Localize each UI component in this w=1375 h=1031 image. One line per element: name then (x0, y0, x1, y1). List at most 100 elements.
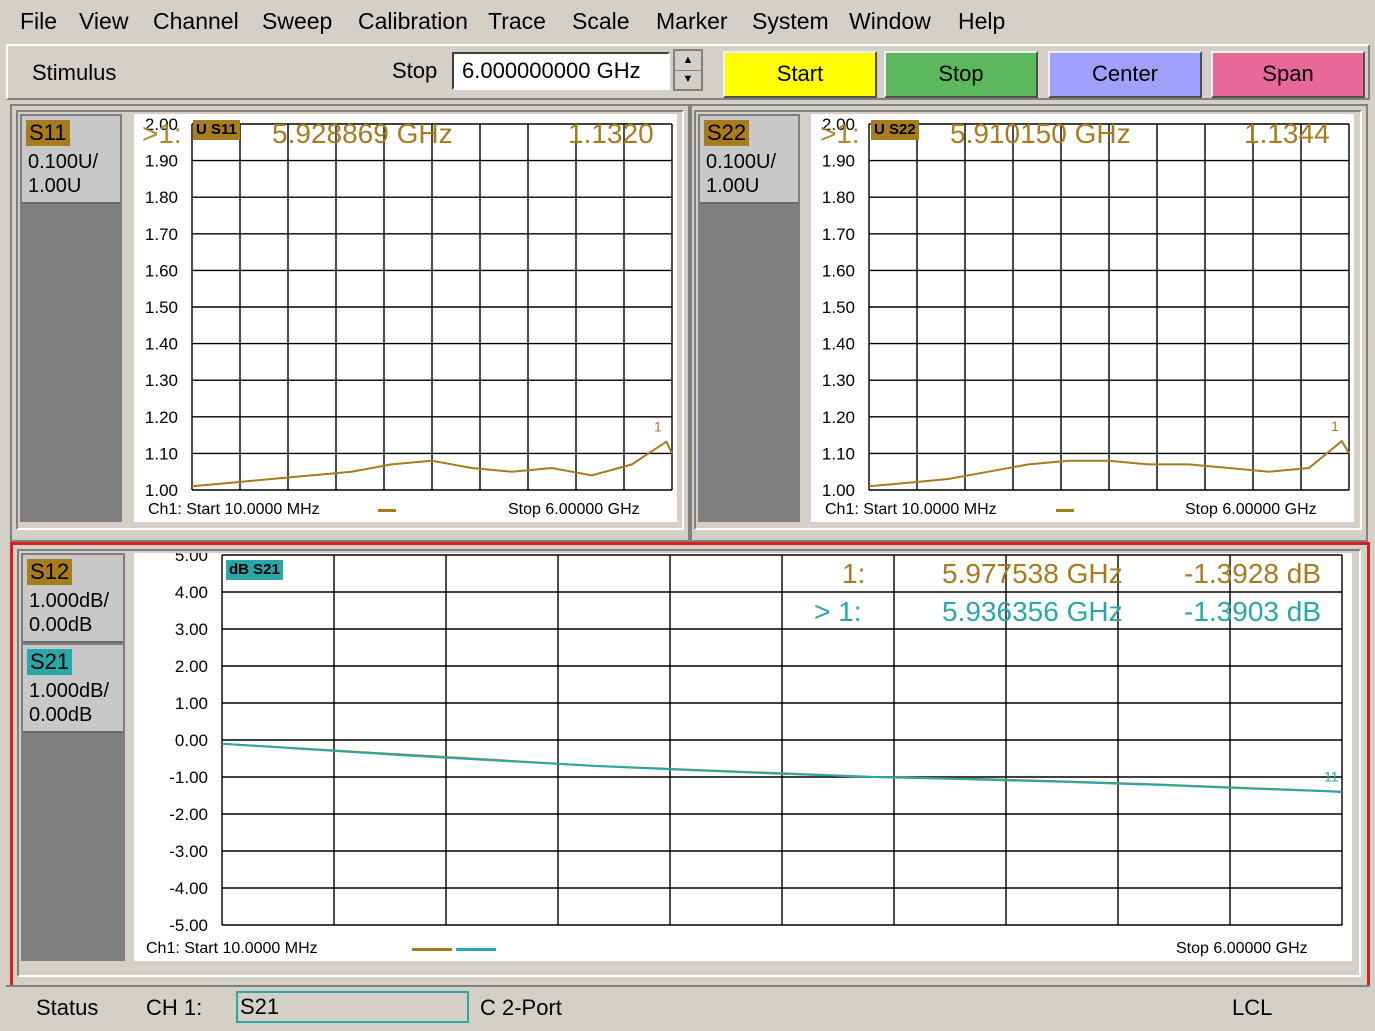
trace-box-s21[interactable]: S21 1.000dB/ 0.00dB (23, 645, 123, 733)
y-tick-label: 1.70 (822, 225, 855, 244)
y-tick-label: 2.00 (175, 657, 208, 676)
y-tick-label: 0.00 (175, 731, 208, 750)
menu-view[interactable]: View (79, 7, 128, 35)
y-tick-label: 1.20 (822, 408, 855, 427)
y-tick-label: -1.00 (169, 768, 208, 787)
trace-reference: 1.00U (28, 175, 82, 197)
s12-legend-swatch (412, 948, 452, 951)
trace-reference: 0.00dB (29, 614, 93, 636)
y-tick-label: 1.80 (822, 188, 855, 207)
s22-chart: 2.001.901.801.701.601.501.401.301.201.10… (822, 115, 1350, 500)
menu-bar: File View Channel Sweep Calibration Trac… (0, 0, 1375, 42)
s11-footer-stop: Stop 6.00000 GHz (508, 501, 640, 518)
s22-trace-tag: U S22 (871, 120, 919, 140)
menu-calibration[interactable]: Calibration (358, 7, 468, 35)
s11-legend-swatch (378, 509, 396, 512)
trace-box-s12[interactable]: S12 1.000dB/ 0.00dB (23, 555, 123, 643)
stimulus-label: Stimulus (32, 60, 117, 85)
y-tick-label: 4.00 (175, 583, 208, 602)
trace-scale: 0.100U/ (28, 151, 99, 173)
y-tick-label: 1.30 (145, 371, 178, 390)
marker-number-label: 1 (1331, 418, 1339, 434)
marker-number-label: 11 (1324, 768, 1339, 784)
stop-label: Stop (392, 58, 438, 83)
y-tick-label: 1.90 (145, 152, 178, 171)
trace-scale: 1.000dB/ (29, 590, 110, 612)
y-tick-label: 1.30 (822, 371, 855, 390)
status-bar (6, 985, 1370, 1027)
y-tick-label: -5.00 (169, 916, 208, 935)
s22-plot-area[interactable]: 2.00 1.90 1.80 1.70 1.60 1.50 1.40 1.30 1.20 1.10… (811, 114, 1354, 522)
s11-trace-tag: U S11 (193, 120, 240, 140)
menu-system[interactable]: System (752, 7, 829, 35)
trace-box-s22[interactable]: S22 0.100U/ 1.00U (700, 116, 798, 204)
s11-marker-frequency: 5.928869 GHz (272, 118, 453, 149)
s11-plot-area[interactable]: 2.00 1.90 1.80 1.70 1.60 1.50 1.40 1.30 1.20 1.10… (134, 114, 677, 522)
trace-name: S22 (704, 120, 750, 146)
y-tick-label: 1.60 (145, 261, 178, 280)
s21-trace-tag: dB S21 (226, 560, 283, 580)
s11-footer-start: Ch1: Start 10.0000 MHz (148, 501, 320, 518)
calibration-status: C 2-Port (480, 995, 562, 1020)
y-tick-label: 1.00 (822, 481, 855, 500)
center-button[interactable]: Center (1048, 51, 1202, 98)
s21-footer-start: Ch1: Start 10.0000 MHz (146, 940, 318, 957)
s11-chart: 2.001.901.801.701.601.501.401.301.201.10… (145, 115, 673, 500)
stop-frequency-spinner[interactable]: ▲ ▼ (673, 49, 703, 91)
menu-help[interactable]: Help (958, 7, 1005, 35)
span-button[interactable]: Span (1211, 51, 1365, 98)
menu-sweep[interactable]: Sweep (262, 7, 332, 35)
y-tick-label: 3.00 (175, 620, 208, 639)
y-tick-label: 1.40 (822, 335, 855, 354)
y-tick-label: 1.80 (145, 188, 178, 207)
spin-up-icon[interactable]: ▲ (675, 51, 701, 71)
menu-file[interactable]: File (20, 7, 57, 35)
s12-marker-frequency: 5.977538 GHz (942, 558, 1123, 589)
trace-name: S21 (27, 649, 73, 675)
s12-marker-value: -1.3928 dB (1184, 558, 1321, 589)
menu-scale[interactable]: Scale (572, 7, 630, 35)
trace-scale: 1.000dB/ (29, 680, 110, 702)
status-label: Status (36, 995, 99, 1020)
y-tick-label: 1.90 (822, 152, 855, 171)
start-button[interactable]: Start (723, 51, 877, 98)
y-tick-label: 1.60 (822, 261, 855, 280)
s21-footer-stop: Stop 6.00000 GHz (1176, 940, 1308, 957)
trace-box-s11[interactable]: S11 0.100U/ 1.00U (22, 116, 120, 204)
s11-marker-prefix: >1: (142, 118, 182, 149)
s12-marker-prefix: 1: (842, 558, 866, 589)
remote-status: LCL (1232, 995, 1273, 1020)
y-tick-label: 1.50 (145, 298, 178, 317)
s21-marker-frequency: 5.936356 GHz (942, 596, 1123, 627)
s22-footer-start: Ch1: Start 10.0000 MHz (825, 501, 997, 518)
s22-footer-stop: Stop 6.00000 GHz (1185, 501, 1317, 518)
s21-plot-area[interactable]: 5.00 4.00 3.00 2.00 1.00 0.00 -1.00 -2.00 -3.00 -… (134, 546, 1352, 961)
marker-number-label: 1 (654, 419, 662, 435)
y-tick-label: 1.00 (175, 694, 208, 713)
y-tick-label: 1.10 (145, 444, 178, 463)
y-tick-label: -3.00 (169, 842, 208, 861)
y-tick-label: 5.00 (175, 553, 208, 565)
trace-name: S11 (26, 120, 70, 146)
stop-frequency-input[interactable]: 6.000000000 GHz (452, 52, 670, 90)
menu-channel[interactable]: Channel (153, 7, 239, 35)
active-trace-field[interactable]: S21 (236, 991, 469, 1023)
s22-marker-frequency: 5.910150 GHz (950, 118, 1131, 149)
y-tick-label: 1.00 (145, 481, 178, 500)
menu-trace[interactable]: Trace (488, 7, 546, 35)
spin-down-icon[interactable]: ▼ (675, 70, 701, 89)
menu-window[interactable]: Window (849, 7, 931, 35)
y-tick-label: 1.40 (145, 335, 178, 354)
s21-chart: 5.00 4.00 3.00 2.00 1.00 0.00 -1.00 -2.00 -3.00 -… (169, 546, 1343, 935)
trace-reference: 0.00dB (29, 704, 93, 726)
menu-marker[interactable]: Marker (656, 7, 728, 35)
y-tick-label: 1.10 (822, 444, 855, 463)
s11-marker-value: 1.1320 (568, 118, 654, 149)
s22-legend-swatch (1056, 509, 1074, 512)
s22-marker-value: 1.1344 (1244, 118, 1330, 149)
y-tick-label: 1.70 (145, 225, 178, 244)
stop-button[interactable]: Stop (884, 51, 1038, 98)
y-tick-label: -2.00 (169, 805, 208, 824)
s22-marker-prefix: >1: (820, 118, 860, 149)
trace-name: S12 (27, 559, 73, 585)
